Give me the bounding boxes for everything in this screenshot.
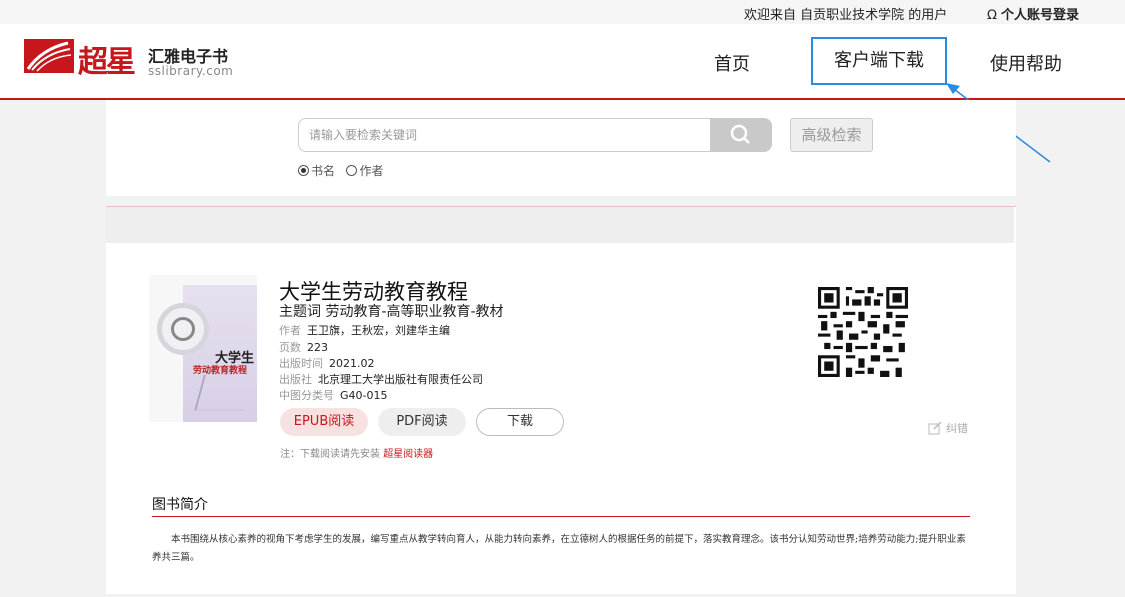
date-label: 出版时间 — [279, 357, 323, 370]
radio-selected-icon — [298, 165, 309, 176]
book-classification: 中图分类号 G40-015 — [279, 387, 388, 403]
intro-title: 图书简介 — [152, 497, 208, 513]
report-error-link[interactable]: 纠错 — [928, 420, 968, 436]
book-author: 作者 王卫旗，王秋宏，刘建华主编 — [279, 322, 450, 338]
personal-login-link[interactable]: Ω 个人账号登录 — [987, 4, 1079, 23]
user-icon: Ω — [987, 8, 997, 23]
pages-value: 223 — [307, 341, 328, 354]
top-bar: 欢迎来自 自贡职业技术学院 的用户 Ω 个人账号登录 — [0, 0, 1125, 24]
note-text: 注：下载阅读请先安装 — [280, 449, 380, 460]
search-input[interactable]: 请输入要检索关键词 — [298, 118, 712, 152]
logo-mark-icon — [24, 39, 74, 73]
cover-disc-inner — [171, 317, 195, 341]
intro-text: 本书围绕从核心素养的视角下考虑学生的发展，编写重点从教学转向育人，从能力转向素养… — [152, 534, 966, 563]
logo-chaoxing: 超星 — [78, 45, 136, 80]
book-date: 出版时间 2021.02 — [279, 355, 375, 371]
nav-help[interactable]: 使用帮助 — [990, 50, 1062, 76]
author-value: 王卫旗，王秋宏，刘建华主编 — [307, 324, 450, 337]
reader-link[interactable]: 超星阅读器 — [383, 449, 433, 460]
report-label: 纠错 — [946, 422, 968, 435]
install-note: 注：下载阅读请先安装 超星阅读器 — [280, 445, 433, 460]
card-header-bar — [106, 207, 1014, 243]
nav-home[interactable]: 首页 — [714, 50, 750, 76]
qr-code-icon — [818, 287, 908, 377]
edit-icon — [928, 421, 942, 435]
radio-author-label: 作者 — [359, 164, 384, 178]
class-value: G40-015 — [340, 389, 388, 402]
subject-label: 主题词 — [279, 304, 321, 320]
site-logo[interactable]: 超星 汇雅电子书 sslibrary.com — [24, 37, 254, 87]
radio-title-label: 书名 — [311, 164, 336, 178]
nav-client-download[interactable]: 客户端下载 — [811, 37, 947, 85]
search-icon — [730, 124, 750, 144]
advanced-search-button[interactable]: 高级检索 — [790, 118, 873, 152]
book-pages: 页数 223 — [279, 339, 328, 355]
cover-figure — [194, 375, 254, 411]
radio-unselected-icon — [346, 165, 358, 176]
book-subject: 主题词 劳动教育-高等职业教育-教材 — [279, 301, 504, 321]
publisher-value: 北京理工大学出版社有限责任公司 — [318, 373, 483, 386]
pdf-read-button[interactable]: PDF阅读 — [378, 408, 466, 436]
book-cover: 大学生 劳动教育教程 — [149, 275, 257, 422]
radio-title[interactable]: 书名 — [298, 164, 335, 178]
date-value: 2021.02 — [329, 357, 375, 370]
subject-value: 劳动教育-高等职业教育-教材 — [325, 304, 504, 320]
book-publisher: 出版社 北京理工大学出版社有限责任公司 — [279, 371, 483, 387]
welcome-text: 欢迎来自 自贡职业技术学院 的用户 — [744, 8, 948, 23]
header: 超星 汇雅电子书 sslibrary.com 首页 客户端下载 使用帮助 — [0, 24, 1125, 100]
intro-divider — [152, 516, 970, 517]
author-label: 作者 — [279, 324, 301, 337]
search-type-options: 书名 作者 — [298, 162, 383, 179]
publisher-label: 出版社 — [279, 373, 312, 386]
search-button[interactable] — [710, 118, 772, 152]
class-label: 中图分类号 — [279, 389, 334, 402]
search-panel: 请输入要检索关键词 高级检索 书名 作者 — [106, 100, 1016, 196]
radio-author[interactable]: 作者 — [346, 164, 383, 178]
pages-label: 页数 — [279, 341, 301, 354]
epub-read-button[interactable]: EPUB阅读 — [280, 408, 368, 436]
brand-name-en: sslibrary.com — [148, 64, 234, 78]
personal-login-label: 个人账号登录 — [1000, 8, 1079, 23]
download-button[interactable]: 下载 — [476, 408, 564, 436]
